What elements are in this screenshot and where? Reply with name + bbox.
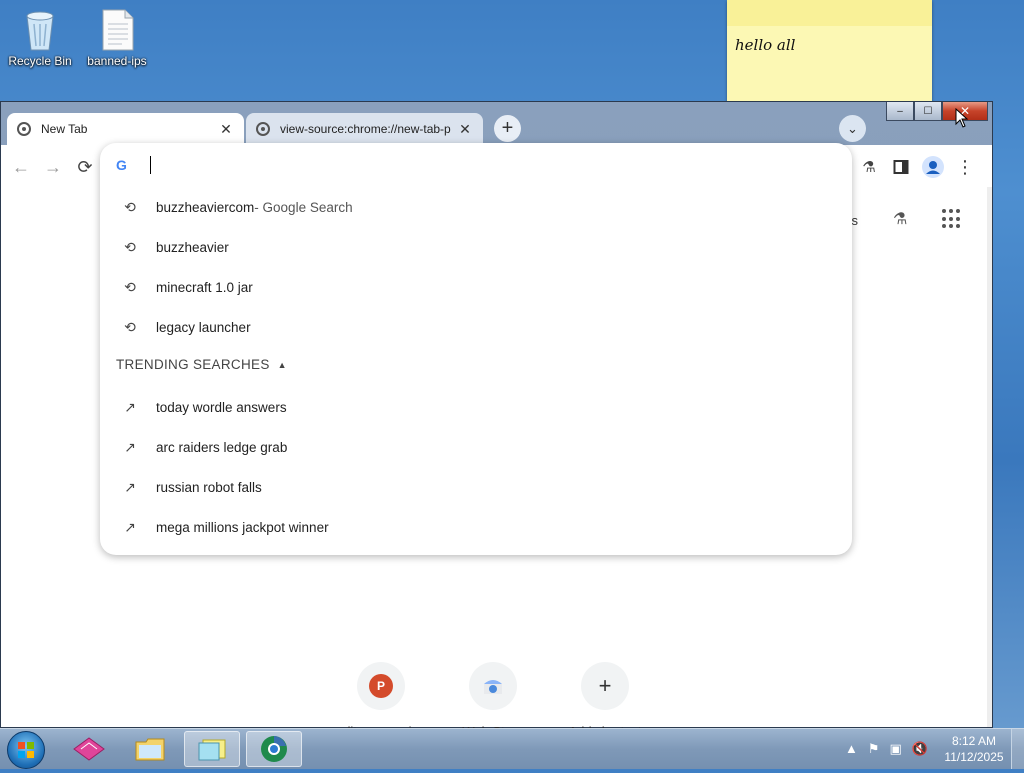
volume-muted-icon[interactable]: 🔇 bbox=[912, 741, 928, 757]
suggestion-trending-item[interactable]: ↗ russian robot falls bbox=[100, 467, 852, 507]
taskbar-app-explorer[interactable] bbox=[122, 731, 178, 767]
suggestion-text: minecraft 1.0 jar bbox=[156, 279, 253, 295]
new-tab-button[interactable]: + bbox=[494, 115, 521, 142]
omnibox-dropdown: G ⟲ buzzheaviercom - Google Search ⟲ buz… bbox=[100, 143, 852, 555]
tab-close-icon[interactable]: ✕ bbox=[457, 121, 473, 138]
show-desktop-button[interactable] bbox=[1011, 729, 1024, 769]
suggestion-history-item[interactable]: ⟲ minecraft 1.0 jar bbox=[100, 267, 852, 307]
tab-new-tab[interactable]: New Tab ✕ bbox=[7, 113, 244, 145]
menu-kebab-icon[interactable]: ⋮ bbox=[953, 155, 977, 179]
profile-button[interactable] bbox=[921, 155, 945, 179]
taskbar-app-chrome[interactable] bbox=[246, 731, 302, 767]
clock-date: 11/12/2025 bbox=[944, 750, 1004, 764]
trending-up-icon: ↗ bbox=[124, 478, 136, 495]
google-g-icon: G bbox=[116, 157, 127, 173]
tab-strip: New Tab ✕ view-source:chrome://new-tab-p… bbox=[7, 111, 485, 145]
mouse-cursor-icon bbox=[955, 108, 969, 128]
history-icon: ⟲ bbox=[124, 278, 136, 295]
tab-label: view-source:chrome://new-tab-p bbox=[280, 122, 451, 136]
labs-flask-icon[interactable]: ⚗ bbox=[893, 209, 907, 229]
trending-up-icon: ↗ bbox=[124, 438, 136, 455]
omnibox-input[interactable]: G bbox=[116, 155, 151, 175]
folder-icon bbox=[135, 738, 165, 761]
plus-icon: + bbox=[598, 673, 612, 698]
shortcut-initial-badge: P bbox=[369, 674, 393, 698]
suggestion-text: russian robot falls bbox=[156, 479, 262, 495]
chrome-icon bbox=[17, 122, 31, 136]
suggestion-trending-item[interactable]: ↗ today wordle answers bbox=[100, 387, 852, 427]
tab-label: New Tab bbox=[41, 122, 88, 136]
taskbar: ▲ ⚑ ▣ 🔇 8:12 AM 11/12/2025 bbox=[0, 728, 1024, 769]
side-panel-icon bbox=[893, 160, 909, 174]
suggestion-history-item[interactable]: ⟲ legacy launcher bbox=[100, 307, 852, 347]
system-tray: ▲ ⚑ ▣ 🔇 bbox=[845, 741, 928, 757]
trending-up-icon: ↗ bbox=[124, 398, 136, 415]
desktop-icon-label: Recycle Bin bbox=[8, 54, 72, 68]
suggestion-text: mega millions jackpot winner bbox=[156, 519, 329, 535]
apps-grid-icon[interactable] bbox=[942, 209, 962, 229]
maximize-button[interactable]: ☐ bbox=[914, 102, 942, 121]
profile-avatar-icon bbox=[922, 156, 944, 178]
chrome-icon bbox=[256, 122, 270, 136]
tab-view-source[interactable]: view-source:chrome://new-tab-p ✕ bbox=[246, 113, 483, 145]
pink-app-icon bbox=[73, 737, 105, 761]
side-panel-button[interactable] bbox=[889, 155, 913, 179]
suggestion-subtext: - Google Search bbox=[254, 199, 353, 215]
window-controls: – ☐ ✕ bbox=[886, 102, 988, 121]
sticky-notes-icon bbox=[198, 739, 226, 761]
history-icon: ⟲ bbox=[124, 238, 136, 255]
desktop-icon-label: banned-ips bbox=[87, 54, 147, 68]
trending-up-icon: ↗ bbox=[124, 518, 136, 535]
suggestion-text: buzzheaviercom bbox=[156, 199, 255, 215]
suggestion-history-item[interactable]: ⟲ buzzheavier bbox=[100, 227, 852, 267]
shortcut-favicon: P bbox=[357, 662, 405, 710]
tab-close-icon[interactable]: ✕ bbox=[218, 121, 234, 138]
system-clock[interactable]: 8:12 AM 11/12/2025 bbox=[942, 733, 1006, 765]
chrome-icon bbox=[261, 736, 287, 762]
suggestion-text: today wordle answers bbox=[156, 399, 287, 415]
suggestion-trending-item[interactable]: ↗ arc raiders ledge grab bbox=[100, 427, 852, 467]
taskbar-app-sticky-notes[interactable] bbox=[184, 731, 240, 767]
suggestion-history-item[interactable]: ⟲ buzzheaviercom - Google Search bbox=[100, 187, 852, 227]
tab-search-button[interactable]: ⌄ bbox=[839, 115, 866, 142]
shortcut-favicon bbox=[469, 662, 517, 710]
chevron-down-icon: ⌄ bbox=[847, 120, 858, 136]
add-shortcut-button[interactable]: + bbox=[581, 662, 629, 710]
suggestion-trending-item[interactable]: ↗ mega millions jackpot winner bbox=[100, 507, 852, 547]
reload-button[interactable]: ⟳ bbox=[73, 155, 97, 179]
recycle-bin-icon bbox=[20, 8, 60, 52]
suggestion-text: arc raiders ledge grab bbox=[156, 439, 288, 455]
taskbar-app-paint[interactable] bbox=[61, 731, 117, 767]
action-center-flag-icon[interactable]: ⚑ bbox=[868, 741, 880, 757]
history-icon: ⟲ bbox=[124, 198, 136, 215]
trending-header-label: TRENDING SEARCHES bbox=[116, 357, 270, 372]
minimize-button[interactable]: – bbox=[886, 102, 914, 121]
sticky-note[interactable]: hello all bbox=[727, 0, 932, 104]
network-icon[interactable]: ▣ bbox=[890, 741, 902, 757]
history-icon: ⟲ bbox=[124, 318, 136, 335]
sticky-note-text[interactable]: hello all bbox=[735, 36, 795, 54]
sticky-note-header[interactable] bbox=[727, 0, 932, 26]
start-button[interactable] bbox=[7, 731, 45, 769]
clock-time: 8:12 AM bbox=[951, 734, 997, 748]
desktop-icon-banned-ips[interactable]: banned-ips bbox=[77, 2, 157, 68]
web-store-icon bbox=[484, 680, 502, 694]
forward-button[interactable]: → bbox=[41, 155, 65, 179]
collapse-triangle-icon[interactable]: ▲ bbox=[278, 360, 287, 370]
text-caret bbox=[150, 156, 151, 174]
desktop-icon-recycle-bin[interactable]: Recycle Bin bbox=[0, 2, 80, 68]
labs-icon[interactable]: ⚗ bbox=[857, 155, 881, 179]
show-hidden-icons-icon[interactable]: ▲ bbox=[845, 741, 858, 757]
suggestion-text: buzzheavier bbox=[156, 239, 229, 255]
back-button[interactable]: ← bbox=[9, 155, 33, 179]
scrollbar[interactable] bbox=[987, 187, 992, 727]
windows-logo-icon bbox=[18, 742, 34, 758]
trending-searches-header[interactable]: TRENDING SEARCHES ▲ bbox=[116, 357, 287, 372]
text-file-icon bbox=[97, 8, 137, 52]
suggestion-text: legacy launcher bbox=[156, 319, 251, 335]
